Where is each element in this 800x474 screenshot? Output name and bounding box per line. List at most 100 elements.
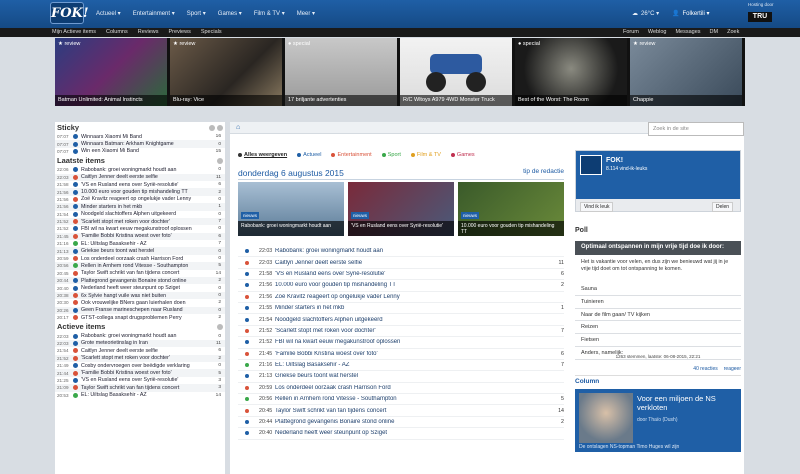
poll-option-film-tv[interactable]: Naar de film gaan/ TV kijken — [575, 309, 741, 322]
list-item[interactable]: 22:03 Caitlyn Jenner deelt eerste selfie 1… — [55, 173, 225, 181]
list-item[interactable]: 20:17 GTST-collega snapt drugsproblemen P… — [55, 314, 225, 321]
tile-chappie[interactable]: ★ review Chappie — [630, 38, 742, 106]
news-row[interactable]: 21:54 Noodgeld slachtoffers Alphen uitgek… — [238, 314, 564, 326]
item-title[interactable]: Los onderdeel oorzaak crash Harrison For… — [275, 385, 546, 391]
fb-like-button[interactable]: Vind ik leuk — [580, 202, 614, 212]
item-title[interactable]: Rabobank: groei woningmarkt houdt aan — [275, 248, 546, 254]
home-icon[interactable]: ⌂ — [236, 124, 240, 131]
list-item[interactable]: 21:49 Cosby ondervroegen over beëdigde ve… — [55, 362, 225, 369]
list-item[interactable]: 22:03 Grote meteorietinslag in Iran 11 — [55, 339, 225, 348]
subnav-previews[interactable]: Previews — [169, 29, 191, 35]
item-title[interactable]: Noodgeld slachtoffers Alphen uitgekeerd — [81, 211, 211, 217]
item-title[interactable]: Caitlyn Jenner deelt eerste selfie — [81, 174, 211, 180]
list-item[interactable]: 21:25 'VS en Rusland eens over Syrië-reso… — [55, 377, 225, 384]
nav-meer[interactable]: Meer ▾ — [297, 10, 315, 17]
list-item[interactable]: 20:59 Los onderdeel oorzaak crash Harriso… — [55, 255, 225, 262]
item-title[interactable]: 'Scarlett stopt met roken voor dochter' — [81, 355, 211, 361]
list-item[interactable]: 21:09 Taylor Swift schrikt van fan tijden… — [55, 384, 225, 392]
tip-redactie-link[interactable]: tip de redactie — [523, 168, 564, 179]
poll-option-reizen[interactable]: Reizen — [575, 321, 741, 335]
featured-news-1[interactable]: nieuws Rabobank: groei woningmarkt houdt… — [238, 182, 344, 236]
item-title[interactable]: Rellen in Arnhem rond Vitesse - Southamp… — [275, 396, 546, 402]
item-title[interactable]: Plattegrond gevangenis Bonaire stond onl… — [81, 278, 211, 284]
weather-widget[interactable]: ☁ 26°C ▾ — [632, 10, 659, 17]
item-title[interactable]: 6x Sylvie hangt vuile was niet buiten — [81, 293, 211, 299]
item-title[interactable]: 'VS en Rusland eens over Syrië-resolutie… — [81, 377, 211, 383]
item-title[interactable]: 'Scarlett stopt met roken voor dochter' — [81, 219, 211, 225]
list-item[interactable]: 20:40 Nederland heeft weer steunpunt op S… — [55, 284, 225, 291]
filter-entertainment[interactable]: Entertainment — [331, 152, 372, 158]
item-title[interactable]: Taylor Swift schrikt van fan tijdens con… — [275, 408, 546, 414]
subnav-dm[interactable]: DM — [710, 29, 719, 35]
list-item[interactable]: 21:56 Minder starters in het mkb 1 — [55, 203, 225, 211]
list-item[interactable]: 21:52 'Scarlett stopt met roken voor doch… — [55, 217, 225, 226]
item-title[interactable]: FBI wil na kwart eeuw megakunstroof oplo… — [81, 226, 211, 232]
news-row[interactable]: 21:55 Minder starters in het mkb 1 — [238, 303, 564, 315]
nav-games[interactable]: Games ▾ — [218, 10, 242, 17]
subnav-zoek[interactable]: Zoek — [727, 29, 739, 35]
item-title[interactable]: Geen Franse marineschepen naar Rusland — [81, 307, 211, 313]
item-title[interactable]: Rellen in Arnhem rond Vitesse - Southamp… — [81, 263, 211, 269]
list-item[interactable]: 07:07 Winnaars Batman: Arkham Knightgame 0 — [55, 140, 225, 148]
filter-sport[interactable]: Sport — [381, 152, 401, 158]
item-title[interactable]: 'Familie Bobbi Kristina woest over foto' — [81, 370, 211, 376]
hosting-logo[interactable]: TRU — [748, 12, 772, 22]
news-row[interactable]: 20:56 Rellen in Arnhem rond Vitesse - Sou… — [238, 394, 564, 406]
list-item[interactable]: 20:26 Geen Franse marineschepen naar Rusl… — [55, 306, 225, 314]
tile-the-room[interactable]: ● special Best of the Worst: The Room — [515, 38, 627, 106]
search-input[interactable]: Zoek in de site — [648, 122, 744, 136]
list-item[interactable]: 21:44 'Familie Bobbi Kristina woest over … — [55, 369, 225, 377]
poll-option-fietsen[interactable]: Fietsen — [575, 334, 741, 347]
item-title[interactable]: Los onderdeel oorzaak crash Harrison For… — [81, 256, 211, 262]
gear-icon[interactable] — [217, 124, 223, 131]
item-title[interactable]: Caitlyn Jenner deelt eerste selfie — [81, 348, 211, 354]
item-title[interactable]: Minder starters in het mkb — [81, 204, 211, 210]
list-item[interactable]: 21:16 EL: Uiltslag Basaksehir - AZ 7 — [55, 240, 225, 247]
list-item[interactable]: 20:45 Taylor Swift schrikt van fan tijden… — [55, 270, 225, 277]
nav-sport[interactable]: Sport ▾ — [187, 10, 206, 17]
news-row[interactable]: 21:56 Zoë Kravitz reageert op ongelukje v… — [238, 292, 564, 303]
news-row[interactable]: 20:44 Plattegrond gevangenis Bonaire ston… — [238, 417, 564, 429]
news-row[interactable]: 21:45 'Familie Bobbi Kristina woest over … — [238, 349, 564, 360]
item-title[interactable]: Plattegrond gevangenis Bonaire stond onl… — [275, 419, 546, 425]
item-title[interactable]: Noodgeld slachtoffers Alphen uitgekeerd — [275, 317, 546, 323]
subnav-columns[interactable]: Columns — [106, 29, 128, 35]
list-item[interactable]: 21:56 Zoë Kravitz reageert op ongelukje v… — [55, 196, 225, 203]
filter-actueel[interactable]: Actueel — [297, 152, 321, 158]
item-title[interactable]: 'VS en Rusland eens over Syrië-resolutie… — [81, 182, 211, 188]
list-item[interactable]: 20:56 Rellen in Arnhem rond Vitesse - Sou… — [55, 262, 225, 270]
news-row[interactable]: 20:40 Nederland heeft weer steunpunt op S… — [238, 428, 564, 440]
tile-advertenties[interactable]: ● special 17 briljante advertenties — [285, 38, 397, 106]
subnav-messages[interactable]: Messages — [675, 29, 700, 35]
item-title[interactable]: FBI wil na kwart eeuw megakunstroof oplo… — [275, 339, 546, 345]
item-title[interactable]: 'VS en Rusland eens over Syrië-resolutie… — [275, 271, 546, 277]
list-item[interactable]: 07:07 Winnaars Xiaomi Mi Band 16 — [55, 133, 225, 140]
nav-film-tv[interactable]: Film & TV ▾ — [254, 10, 285, 17]
gear-icon[interactable] — [217, 323, 223, 330]
item-title[interactable]: Nederland heeft weer steunpunt op Sziget — [275, 430, 546, 436]
news-row[interactable]: 21:52 'Scarlett stopt met roken voor doch… — [238, 326, 564, 338]
list-item[interactable]: 21:54 Noodgeld slachtoffers Alphen uitgek… — [55, 211, 225, 218]
item-title[interactable]: Grote meteorietinslag in Iran — [81, 340, 211, 346]
featured-news-3[interactable]: nieuws 10.000 euro voor gouden tip misha… — [458, 182, 564, 236]
list-item[interactable]: 21:54 Caitlyn Jenner deelt eerste selfie 6 — [55, 347, 225, 354]
item-title[interactable]: Winnaars Batman: Arkham Knightgame — [81, 141, 211, 147]
item-title[interactable]: GTST-collega snapt drugsproblemen Perry — [81, 315, 211, 321]
filter-games[interactable]: Games — [450, 152, 475, 158]
tile-vice[interactable]: ★ review Blu-ray: Vice — [170, 38, 282, 106]
item-title[interactable]: Taylor Swift schrikt van fan tijdens con… — [81, 385, 211, 391]
list-item[interactable]: 21:58 'VS en Rusland eens over Syrië-reso… — [55, 181, 225, 188]
news-row[interactable]: 21:52 FBI wil na kwart eeuw megakunstroof… — [238, 337, 564, 349]
list-item[interactable]: 21:52 'Scarlett stopt met roken voor doch… — [55, 354, 225, 362]
item-title[interactable]: 10.000 euro voor gouden tip mishandeling… — [81, 189, 211, 195]
fb-page-name[interactable]: FOK! — [606, 157, 623, 164]
item-title[interactable]: EL: Uiltslag Basaksehir - AZ — [275, 362, 546, 368]
list-item[interactable]: 21:56 10.000 euro voor gouden tip mishand… — [55, 188, 225, 196]
list-item[interactable]: 20:30 Ook vrouwelijke BNers gaan luierhal… — [55, 299, 225, 306]
item-title[interactable]: EL: Uiltslag Basaksehir - AZ — [81, 241, 211, 247]
news-row[interactable]: 20:45 Taylor Swift schrikt van fan tijden… — [238, 405, 564, 417]
item-title[interactable]: Griekse beurs toont wat herstel — [81, 248, 211, 254]
item-title[interactable]: Rabobank: groei woningmarkt houdt aan — [81, 333, 211, 339]
news-row[interactable]: 21:58 'VS en Rusland eens over Syrië-reso… — [238, 269, 564, 281]
list-item[interactable]: 21:52 FBI wil na kwart eeuw megakunstroof… — [55, 225, 225, 232]
